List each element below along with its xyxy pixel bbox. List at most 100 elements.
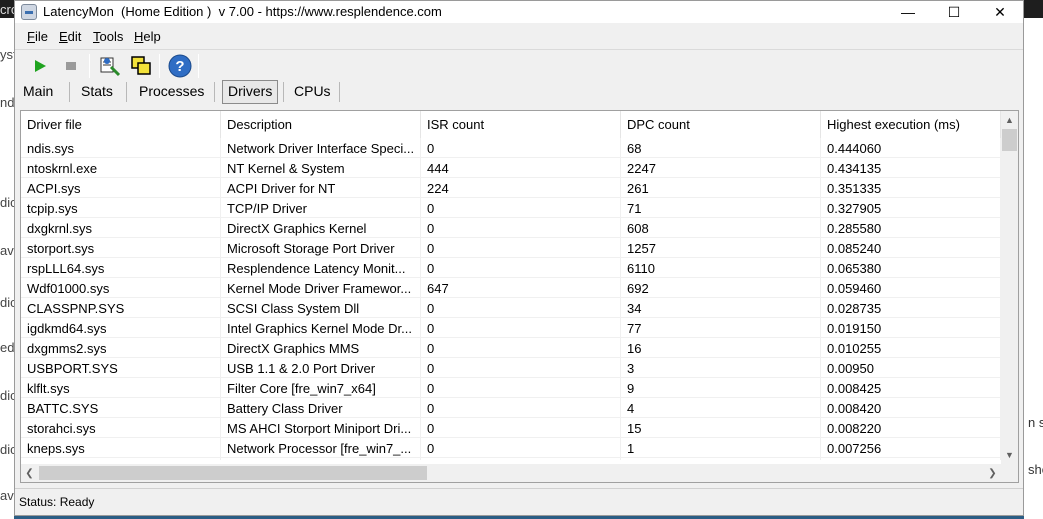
cell-dpc-count: 4	[621, 398, 821, 418]
cell-dpc-count: 608	[621, 218, 821, 238]
latencymon-window: LatencyMon (Home Edition ) v 7.00 - http…	[14, 0, 1024, 516]
table-row[interactable]: ACPI.sys ACPI Driver for NT 224 261 0.351335	[21, 178, 1001, 198]
table-row[interactable]: kneps.sys Network Processor [fre_win7_...…	[21, 438, 1001, 458]
windows-button[interactable]	[128, 53, 154, 79]
maximize-button[interactable]: ☐	[931, 1, 977, 23]
cell-description: Kernel Mode Driver Framewor...	[221, 278, 421, 298]
table-row[interactable]: ntoskrnl.exe NT Kernel & System 444 2247 0.4…	[21, 158, 1001, 178]
table-body: ndis.sys Network Driver Interface Speci..…	[21, 138, 1001, 460]
cell-dpc-count: 6110	[621, 258, 821, 278]
table-row[interactable]: USBPORT.SYS USB 1.1 & 2.0 Port Driver 0 3 0.…	[21, 358, 1001, 378]
tab-drivers[interactable]: Drivers	[222, 80, 279, 104]
cell-isr-count: 0	[421, 298, 621, 318]
tab-main[interactable]: Main	[23, 80, 53, 104]
tab-processes[interactable]: Processes	[139, 80, 204, 104]
cell-highest-execution: 0.351335	[821, 178, 1001, 198]
cell-highest-execution: 0.085240	[821, 238, 1001, 258]
cell-isr-count: 0	[421, 398, 621, 418]
menu-label-rest: dit	[67, 29, 82, 44]
column-header-driver-file[interactable]: Driver file	[21, 111, 221, 138]
column-header-isr-count[interactable]: ISR count	[421, 111, 621, 138]
table-row[interactable]: storahci.sys MS AHCI Storport Miniport Dr…	[21, 418, 1001, 438]
horizontal-scroll-thumb[interactable]	[39, 466, 427, 480]
cell-isr-count: 0	[421, 258, 621, 278]
cell-highest-execution: 0.00950	[821, 358, 1001, 378]
table-header: Driver file Description ISR count DPC co…	[21, 111, 1001, 138]
menu-label-rest: elp	[143, 29, 161, 44]
help-button[interactable]: ?	[167, 53, 193, 79]
close-icon: ✕	[994, 3, 1006, 20]
cell-highest-execution: 0.008420	[821, 398, 1001, 418]
menu-help[interactable]: Help	[134, 29, 161, 44]
cell-dpc-count: 34	[621, 298, 821, 318]
table-row[interactable]: CLASSPNP.SYS SCSI Class System Dll 0 34 0.02…	[21, 298, 1001, 318]
cell-description: Network Processor [fre_win7_...	[221, 438, 421, 458]
cell-driver-file: storahci.sys	[21, 418, 221, 438]
table-row[interactable]: tcpip.sys TCP/IP Driver 0 71 0.327905	[21, 198, 1001, 218]
horizontal-scrollbar[interactable]: ❮ ❯	[21, 464, 1001, 482]
cell-isr-count: 444	[421, 158, 621, 178]
cell-isr-count: 0	[421, 358, 621, 378]
scroll-left-button[interactable]: ❮	[21, 464, 38, 482]
table-row[interactable]: igdkmd64.sys Intel Graphics Kernel Mode D…	[21, 318, 1001, 338]
table-row[interactable]: dxgmms2.sys DirectX Graphics MMS 0 16 0.0102…	[21, 338, 1001, 358]
table-row[interactable]: storport.sys Microsoft Storage Port Drive…	[21, 238, 1001, 258]
table-row[interactable]: dxgkrnl.sys DirectX Graphics Kernel 0 608 0.…	[21, 218, 1001, 238]
cell-description: NT Kernel & System	[221, 158, 421, 178]
bg-fragment: n sc	[1028, 415, 1043, 430]
table-row[interactable]: klflt.sys Filter Core [fre_win7_x64] 0 9 0.0…	[21, 378, 1001, 398]
table-row[interactable]: rspLLL64.sys Resplendence Latency Monit..…	[21, 258, 1001, 278]
cell-driver-file: Wdf01000.sys	[21, 278, 221, 298]
close-button[interactable]: ✕	[977, 1, 1023, 23]
title-bar[interactable]: LatencyMon (Home Edition ) v 7.00 - http…	[15, 1, 1023, 23]
toolbar-separator	[159, 54, 160, 78]
table-row[interactable]: BATTC.SYS Battery Class Driver 0 4 0.008420	[21, 398, 1001, 418]
cell-driver-file: storport.sys	[21, 238, 221, 258]
cell-dpc-count: 2247	[621, 158, 821, 178]
maximize-icon: ☐	[947, 3, 961, 20]
status-bar: Status: Ready	[15, 488, 1023, 515]
tab-separator	[69, 82, 70, 102]
cell-driver-file: USBPORT.SYS	[21, 358, 221, 378]
drivers-table: Driver file Description ISR count DPC co…	[20, 110, 1019, 483]
chevron-up-icon: ▲	[1005, 114, 1014, 125]
vertical-scroll-thumb[interactable]	[1002, 129, 1017, 151]
scroll-down-button[interactable]: ▼	[1001, 446, 1018, 463]
chevron-left-icon: ❮	[25, 467, 34, 479]
cell-isr-count: 224	[421, 178, 621, 198]
start-button[interactable]	[27, 53, 53, 79]
menu-accel: E	[59, 29, 68, 44]
tab-separator	[339, 82, 340, 102]
menu-accel: F	[27, 29, 35, 44]
report-icon	[100, 57, 121, 77]
minimize-button[interactable]: —	[885, 1, 931, 23]
cell-highest-execution: 0.059460	[821, 278, 1001, 298]
cell-description: ACPI Driver for NT	[221, 178, 421, 198]
table-row[interactable]: Wdf01000.sys Kernel Mode Driver Framewor.…	[21, 278, 1001, 298]
menu-file[interactable]: File	[27, 29, 48, 44]
table-row[interactable]: Ntfs.sysNT File System Driver030.007125	[21, 458, 1001, 460]
column-header-dpc-count[interactable]: DPC count	[621, 111, 821, 138]
stop-button[interactable]	[58, 53, 84, 79]
cell-isr-count: 647	[421, 278, 621, 298]
cell-highest-execution: 0.010255	[821, 338, 1001, 358]
column-header-description[interactable]: Description	[221, 111, 421, 138]
tab-cpus[interactable]: CPUs	[294, 80, 331, 104]
tab-stats[interactable]: Stats	[81, 80, 113, 104]
menu-tools[interactable]: Tools	[93, 29, 123, 44]
report-button[interactable]	[97, 53, 123, 79]
menu-edit[interactable]: Edit	[59, 29, 81, 44]
vertical-scrollbar[interactable]: ▲ ▼	[1001, 111, 1018, 464]
column-header-highest-execution[interactable]: Highest execution (ms)	[821, 111, 1001, 138]
cell-description: Network Driver Interface Speci...	[221, 138, 421, 158]
table-row[interactable]: ndis.sys Network Driver Interface Speci..…	[21, 138, 1001, 158]
menu-label-rest: ools	[99, 29, 124, 44]
windows-icon	[131, 56, 151, 75]
scroll-up-button[interactable]: ▲	[1001, 111, 1018, 128]
scroll-right-button[interactable]: ❯	[984, 464, 1001, 482]
cell-driver-file: rspLLL64.sys	[21, 258, 221, 278]
cell-driver-file: BATTC.SYS	[21, 398, 221, 418]
cell-isr-count: 0	[421, 438, 621, 458]
cell-description: Microsoft Storage Port Driver	[221, 238, 421, 258]
cell-highest-execution: 0.028735	[821, 298, 1001, 318]
